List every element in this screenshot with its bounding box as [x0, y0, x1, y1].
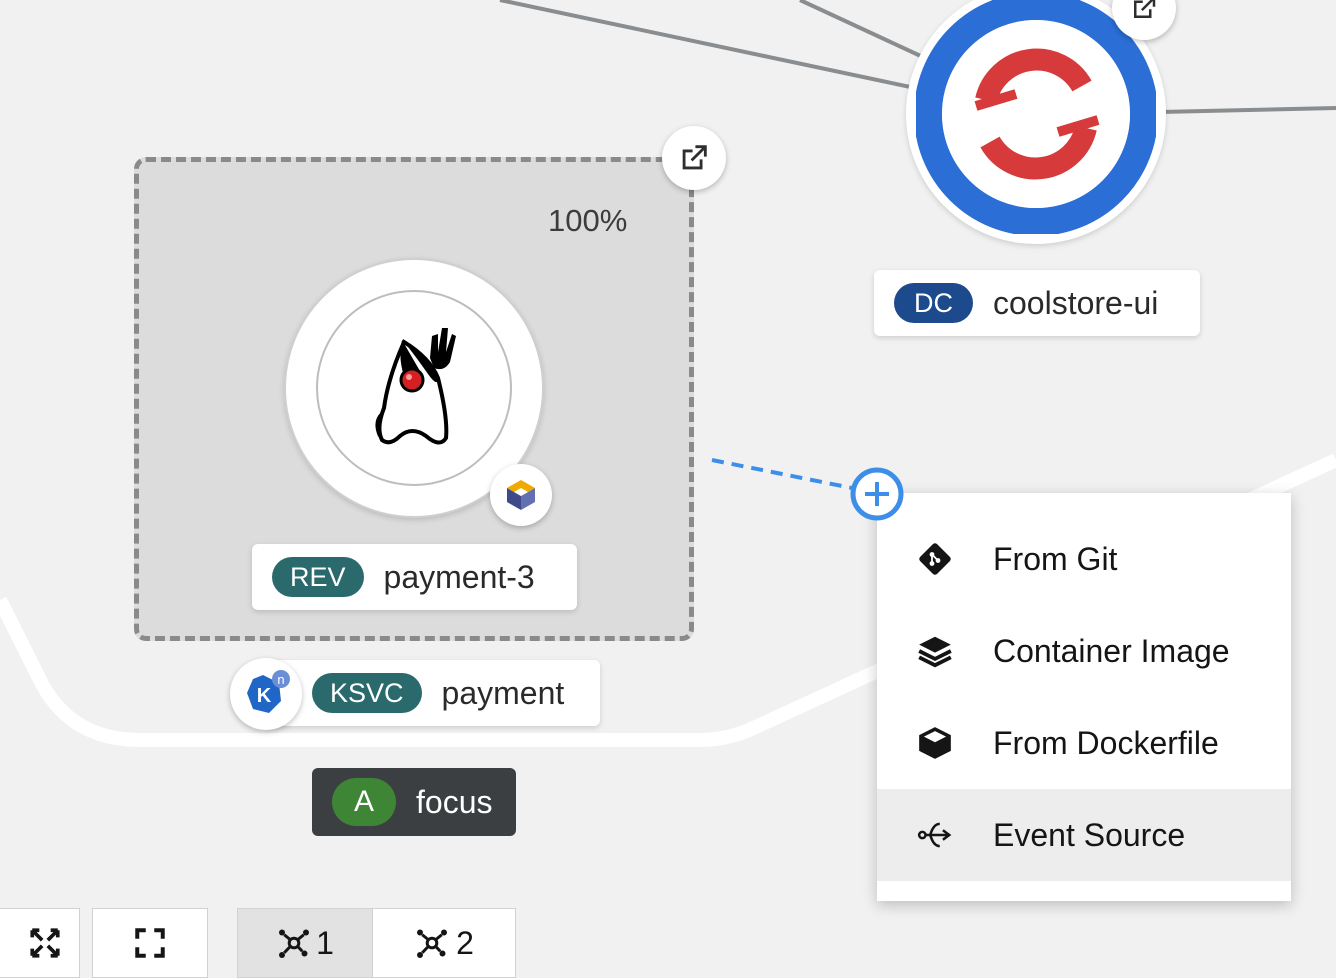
openshift-icon — [916, 0, 1156, 234]
knative-service-name: payment — [441, 674, 565, 711]
application-label[interactable]: A focus — [312, 768, 516, 836]
expand-icon — [30, 928, 60, 958]
event-source-icon — [915, 815, 955, 855]
traffic-percent-label: 100% — [548, 203, 628, 238]
fit-screen-icon — [135, 928, 165, 958]
connector-drag-line — [711, 458, 863, 492]
rev-badge: REV — [272, 557, 364, 597]
menu-item-label: Event Source — [993, 816, 1186, 853]
menu-item-label: From Dockerfile — [993, 724, 1219, 761]
knative-service-label[interactable]: KSVC payment — [262, 660, 600, 726]
build-decorator[interactable] — [490, 464, 552, 526]
menu-item-container-image[interactable]: Container Image — [877, 605, 1291, 697]
layers-icon — [915, 631, 955, 671]
java-duke-icon — [375, 328, 456, 445]
add-to-project-context-menu: From Git Container Image From Dockerfile — [877, 493, 1291, 901]
menu-item-from-git[interactable]: From Git — [877, 513, 1291, 605]
ksvc-badge: KSVC — [312, 673, 422, 713]
edge-line[interactable] — [499, 0, 916, 90]
app-badge: A — [332, 778, 396, 826]
knative-icon-sup: n — [277, 672, 284, 687]
edge-line[interactable] — [1159, 106, 1336, 114]
topology-layout-icon — [279, 929, 310, 958]
external-link-icon — [1134, 0, 1156, 18]
revision-label[interactable]: REV payment-3 — [252, 544, 577, 610]
deployment-label[interactable]: DC coolstore-ui — [874, 270, 1200, 336]
dc-badge: DC — [894, 283, 973, 323]
plus-circle-icon — [850, 467, 904, 521]
menu-item-label: From Git — [993, 540, 1118, 577]
layout-2-label: 2 — [456, 924, 474, 961]
menu-item-from-dockerfile[interactable]: From Dockerfile — [877, 697, 1291, 789]
open-url-button[interactable] — [662, 126, 726, 190]
menu-item-event-source[interactable]: Event Source — [877, 789, 1291, 881]
revision-name: payment-3 — [383, 558, 535, 595]
git-icon — [915, 539, 955, 579]
application-name: focus — [416, 783, 493, 820]
external-link-icon — [682, 145, 707, 170]
deployment-node[interactable] — [906, 0, 1166, 244]
knative-icon-badge: K n — [230, 658, 302, 730]
add-connector-handle[interactable] — [850, 467, 904, 521]
menu-item-label: Container Image — [993, 632, 1230, 669]
topology-layout-icon — [417, 929, 448, 958]
tekton-pipeline-icon — [507, 480, 535, 510]
deployment-name: coolstore-ui — [993, 284, 1159, 321]
layout-1-label: 1 — [316, 924, 334, 961]
knative-icon-letter: K — [257, 685, 272, 707]
edge-line[interactable] — [799, 0, 926, 60]
knative-icon: K n — [247, 670, 290, 713]
cube-icon — [915, 723, 955, 763]
